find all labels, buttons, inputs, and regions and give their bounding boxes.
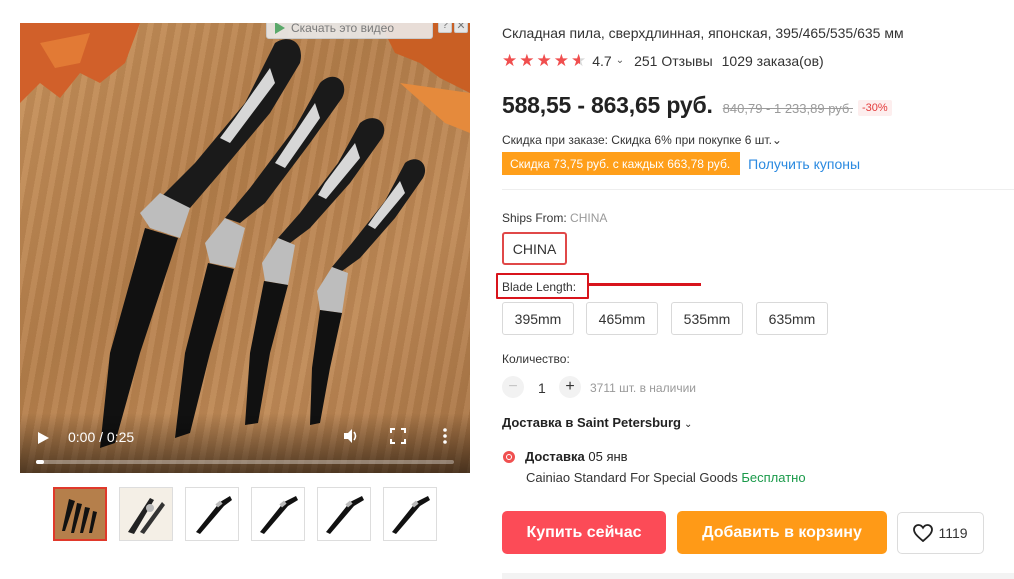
reviews-link[interactable]: 251 Отзывы [634,53,713,69]
bulk-discount[interactable]: Скидка при заказе: Скидка 6% при покупке… [502,133,782,147]
star-icon: ★ [519,51,535,70]
video-progress-fill [36,460,45,464]
product-info: Складная пила, сверхдлинная, японская, 3… [496,0,1014,579]
rating-value[interactable]: 4.7 [592,53,611,69]
current-price: 588,55 - 863,65 руб. [502,92,713,118]
blade-option-535[interactable]: 535mm [671,302,743,335]
bulk-discount-label: Скидка при заказе: Скидка 6% при покупке… [502,133,772,147]
delivery-title: Доставка [525,449,585,464]
chevron-down-icon: ⌄ [771,133,782,147]
download-close-icon[interactable]: ✕ [454,23,468,33]
add-to-cart-button[interactable]: Добавить в корзину [677,511,887,554]
annotation-arrow-line [589,283,701,286]
get-coupons-link[interactable]: Получить купоны [748,156,860,172]
chevron-down-icon[interactable]: ⌄ [616,55,624,66]
blade-option-395[interactable]: 395mm [502,302,574,335]
rating-row: ★ ★ ★ ★ ★ 4.7 ⌄ 251 Отзывы 1029 заказа(о… [502,52,824,69]
carrier-name: Cainiao Standard For Special Goods [526,470,738,485]
quantity-label: Количество: [502,352,570,366]
thumbnail-5[interactable] [317,487,371,541]
video-time: 0:00 / 0:25 [68,429,135,445]
more-options-icon[interactable] [442,427,448,445]
wishlist-count: 1119 [938,525,968,541]
chevron-down-icon: ⌄ [684,419,693,430]
delivery-date: 05 янв [588,449,628,464]
discount-badge: -30% [858,100,892,116]
thumbnail-strip [53,487,437,541]
delivery-location[interactable]: Доставка в Saint Petersburg ⌄ [502,415,692,430]
download-help-icon[interactable]: ? [438,23,452,33]
fullscreen-icon[interactable] [390,428,406,444]
divider [502,189,1014,190]
ships-from-label: Ships From: CHINA [502,211,607,225]
delivery-carrier: Cainiao Standard For Special Goods Беспл… [526,470,806,485]
download-play-icon [275,23,285,34]
quantity-plus-button[interactable]: + [559,376,581,398]
blade-option-635[interactable]: 635mm [756,302,828,335]
heart-icon [913,524,934,542]
download-video-label: Скачать это видео [291,23,394,35]
bottom-strip [502,573,1014,579]
buy-now-button[interactable]: Купить сейчас [502,511,666,554]
old-price: 840,79 - 1 233,89 руб. [722,101,853,116]
delivery-radio[interactable] [503,451,515,463]
delivery-cost: Бесплатно [741,470,806,485]
thumbnail-2[interactable] [119,487,173,541]
ships-option-china[interactable]: CHINA [502,232,567,265]
product-title: Складная пила, сверхдлинная, японская, 3… [502,25,904,41]
coupon-row: Скидка 73,75 руб. с каждых 663,78 руб. П… [502,152,860,175]
video-controls: 0:00 / 0:25 [20,413,470,473]
rating-stars: ★ ★ ★ ★ ★ [502,52,586,69]
download-video-badge[interactable]: Скачать это видео [266,23,433,39]
stock-count: 3711 шт. в наличии [590,381,696,395]
quantity-minus-button[interactable]: − [502,376,524,398]
star-icon: ★ [502,51,518,70]
delivery-location-label: Доставка в Saint Petersburg [502,415,681,430]
quantity-value[interactable]: 1 [538,380,546,396]
blade-option-465[interactable]: 465mm [586,302,658,335]
blade-length-label: Blade Length: [502,280,577,294]
thumbnail-6[interactable] [383,487,437,541]
orders-count: 1029 заказа(ов) [721,52,824,69]
price-row: 588,55 - 863,65 руб. 840,79 - 1 233,89 р… [502,92,892,119]
star-icon: ★ [536,51,552,70]
video-progress-bar[interactable] [36,460,454,464]
thumbnail-1[interactable] [53,487,107,541]
star-icon: ★ [553,51,569,70]
volume-icon[interactable] [342,427,360,445]
star-half-icon: ★ [571,51,587,70]
wishlist-button[interactable]: 1119 [897,512,984,554]
coupon-tag: Скидка 73,75 руб. с каждых 663,78 руб. [502,152,745,175]
thumbnail-4[interactable] [251,487,305,541]
play-icon[interactable] [38,432,49,444]
thumbnail-3[interactable] [185,487,239,541]
product-video[interactable]: Скачать это видео ? ✕ 0:00 / 0:25 [20,23,470,473]
ships-from-value: CHINA [570,211,608,225]
ships-from-title: Ships From: [502,211,567,225]
delivery-option: Доставка 05 янв [525,449,628,464]
video-frame-saws [20,23,470,448]
